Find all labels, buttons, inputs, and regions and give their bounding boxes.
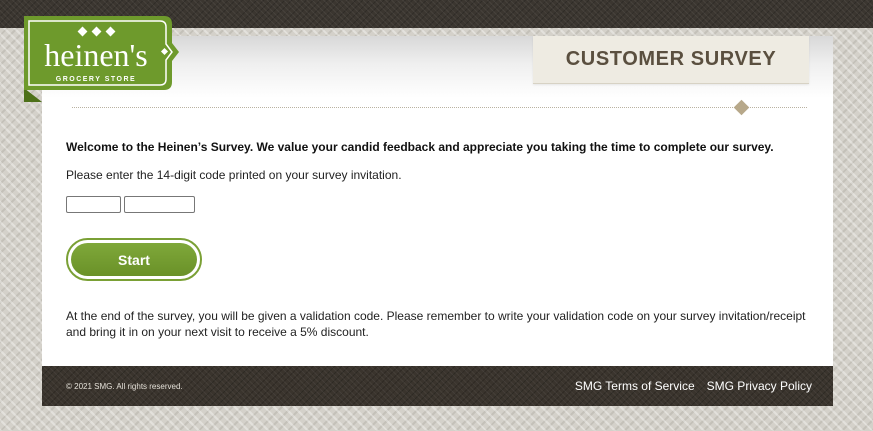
survey-code-input-part-1[interactable] (66, 196, 121, 213)
start-button-frame: Start (66, 238, 202, 281)
privacy-policy-link[interactable]: SMG Privacy Policy (707, 379, 812, 393)
heinens-logo: heinen's GROCERY STORE (24, 16, 179, 102)
terms-of-service-link[interactable]: SMG Terms of Service (575, 379, 695, 393)
copyright-text: © 2021 SMG. All rights reserved. (66, 381, 183, 391)
welcome-text: Welcome to the Heinen’s Survey. We value… (66, 140, 774, 154)
code-instruction: Please enter the 14-digit code printed o… (66, 168, 402, 182)
header-divider (72, 107, 807, 108)
logo-tagline: GROCERY STORE (56, 76, 136, 83)
survey-code-input-part-2[interactable] (124, 196, 195, 213)
diamond-ornament-icon (733, 99, 750, 116)
logo-wordmark: heinen's (44, 37, 148, 73)
validation-note: At the end of the survey, you will be gi… (66, 309, 806, 339)
footer-links: SMG Terms of Service SMG Privacy Policy (575, 379, 812, 393)
footer: © 2021 SMG. All rights reserved. SMG Ter… (42, 366, 833, 406)
page-title: CUSTOMER SURVEY (533, 36, 809, 84)
start-button[interactable]: Start (71, 243, 197, 276)
